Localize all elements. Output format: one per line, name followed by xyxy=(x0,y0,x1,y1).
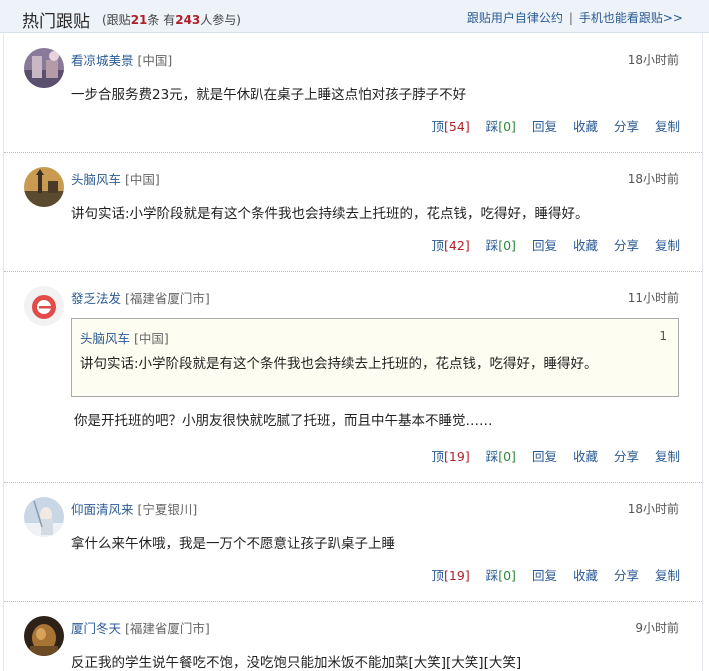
downvote-button[interactable]: 踩[0] xyxy=(486,568,516,583)
comment-stats: (跟贴21条 有243人参与) xyxy=(102,13,241,27)
comment-text: 一步合服务费23元，就是午休趴在桌子上睡这点怕对孩子脖子不好 xyxy=(71,87,467,103)
comment-time: 9小时前 xyxy=(635,621,679,635)
participant-count: 243 xyxy=(175,13,201,27)
comment-actions: 顶[54] 踩[0] 回复 收藏 分享 复制 xyxy=(416,116,680,135)
upvote-count: [19] xyxy=(444,449,470,464)
quote-username[interactable]: 头脑风车 xyxy=(80,331,130,346)
avatar[interactable] xyxy=(24,616,64,656)
comment-item: 仰面清风来 [宁夏银川] 18小时前 拿什么来午休哦，我是一万个不愿意让孩子趴桌子… xyxy=(4,483,702,602)
mobile-link[interactable]: 手机也能看跟贴>> xyxy=(579,11,683,25)
comment-meta: 厦门冬天 [福建省厦门市] xyxy=(71,618,210,637)
upvote-button[interactable]: 顶[54] xyxy=(432,119,470,134)
comment-meta: 看凉城美景 [中国] xyxy=(71,50,172,69)
comment-text: 讲句实话:小学阶段就是有这个条件我也会持续去上托班的，花点钱，吃得好，睡得好。 xyxy=(71,206,589,222)
copy-button[interactable]: 复制 xyxy=(655,449,680,464)
user-location: [中国] xyxy=(125,172,160,187)
downvote-button[interactable]: 踩[0] xyxy=(486,449,516,464)
collect-button[interactable]: 收藏 xyxy=(573,119,598,134)
avatar[interactable] xyxy=(24,48,64,88)
downvote-count: [0] xyxy=(498,119,516,134)
comment-time: 18小时前 xyxy=(627,53,679,67)
avatar[interactable] xyxy=(24,497,64,537)
share-button[interactable]: 分享 xyxy=(614,449,639,464)
upvote-button[interactable]: 顶[19] xyxy=(432,449,470,464)
share-button[interactable]: 分享 xyxy=(614,568,639,583)
comment-time: 18小时前 xyxy=(627,502,679,516)
username[interactable]: 仰面清风来 xyxy=(71,502,134,517)
comment-text: 拿什么来午休哦，我是一万个不愿意让孩子趴桌子上睡 xyxy=(71,536,395,552)
collect-button[interactable]: 收藏 xyxy=(573,568,598,583)
user-location: [福建省厦门市] xyxy=(125,621,210,636)
comment-meta: 發乏法发 [福建省厦门市] xyxy=(71,288,210,307)
quote-meta: 头脑风车 [中国] xyxy=(80,328,169,347)
username[interactable]: 头脑风车 xyxy=(71,172,121,187)
reply-button[interactable]: 回复 xyxy=(532,449,557,464)
upvote-count: [54] xyxy=(444,119,470,134)
reply-button[interactable]: 回复 xyxy=(532,568,557,583)
user-location: [福建省厦门市] xyxy=(125,291,210,306)
link-separator: | xyxy=(568,11,573,25)
comment-time: 11小时前 xyxy=(627,291,679,305)
comment-item: 头脑风车 [中国] 18小时前 讲句实话:小学阶段就是有这个条件我也会持续去上托班… xyxy=(4,153,702,272)
upvote-button[interactable]: 顶[42] xyxy=(432,238,470,253)
share-button[interactable]: 分享 xyxy=(614,119,639,134)
post-count: 21 xyxy=(130,13,148,27)
upvote-count: [19] xyxy=(444,568,470,583)
quote-location: [中国] xyxy=(134,331,169,346)
username[interactable]: 發乏法发 xyxy=(71,291,121,306)
share-button[interactable]: 分享 xyxy=(614,238,639,253)
comment-text: 你是开托班的吧？小朋友很快就吃腻了托班，而且中午基本不睡觉…… xyxy=(74,413,493,429)
downvote-button[interactable]: 踩[0] xyxy=(486,119,516,134)
copy-button[interactable]: 复制 xyxy=(655,119,680,134)
username[interactable]: 看凉城美景 xyxy=(71,53,134,68)
downvote-button[interactable]: 踩[0] xyxy=(486,238,516,253)
user-convention-link[interactable]: 跟贴用户自律公约 xyxy=(467,11,563,25)
comment-item: 看凉城美景 [中国] 18小时前 一步合服务费23元，就是午休趴在桌子上睡这点怕对… xyxy=(4,34,702,153)
comment-list: 看凉城美景 [中国] 18小时前 一步合服务费23元，就是午休趴在桌子上睡这点怕对… xyxy=(3,34,703,671)
comment-actions: 顶[19] 踩[0] 回复 收藏 分享 复制 xyxy=(416,446,680,465)
hot-comments-header: 热门跟贴 (跟贴21条 有243人参与) 跟贴用户自律公约 | 手机也能看跟贴>> xyxy=(0,0,709,33)
copy-button[interactable]: 复制 xyxy=(655,238,680,253)
quote-text: 讲句实话:小学阶段就是有这个条件我也会持续去上托班的，花点钱，吃得好，睡得好。 xyxy=(80,356,598,372)
reply-button[interactable]: 回复 xyxy=(532,119,557,134)
collect-button[interactable]: 收藏 xyxy=(573,238,598,253)
section-title: 热门跟贴 xyxy=(22,12,90,32)
collect-button[interactable]: 收藏 xyxy=(573,449,598,464)
avatar[interactable] xyxy=(24,286,64,326)
comment-item: 厦门冬天 [福建省厦门市] 9小时前 反正我的学生说午餐吃不饱，没吃饱只能加米饭不… xyxy=(4,602,702,671)
upvote-button[interactable]: 顶[19] xyxy=(432,568,470,583)
downvote-count: [0] xyxy=(498,568,516,583)
comment-item: 發乏法发 [福建省厦门市] 11小时前 头脑风车 [中国] 1 讲句实话:小学阶段就… xyxy=(4,272,702,483)
quote-floor-number: 1 xyxy=(659,329,667,343)
downvote-count: [0] xyxy=(498,449,516,464)
user-location: [宁夏银川] xyxy=(137,502,198,517)
downvote-count: [0] xyxy=(498,238,516,253)
comment-actions: 顶[19] 踩[0] 回复 收藏 分享 复制 xyxy=(416,565,680,584)
user-location: [中国] xyxy=(137,53,173,68)
comment-time: 18小时前 xyxy=(627,172,679,186)
upvote-count: [42] xyxy=(444,238,470,253)
comment-meta: 头脑风车 [中国] xyxy=(71,169,160,188)
comment-actions: 顶[42] 踩[0] 回复 收藏 分享 复制 xyxy=(416,235,680,254)
comment-text: 反正我的学生说午餐吃不饱，没吃饱只能加米饭不能加菜[大笑][大笑][大笑] xyxy=(71,655,522,671)
header-links: 跟贴用户自律公约 | 手机也能看跟贴>> xyxy=(467,9,683,26)
username[interactable]: 厦门冬天 xyxy=(71,621,121,636)
reply-button[interactable]: 回复 xyxy=(532,238,557,253)
quoted-comment: 头脑风车 [中国] 1 讲句实话:小学阶段就是有这个条件我也会持续去上托班的，花点… xyxy=(71,318,679,397)
avatar[interactable] xyxy=(24,167,64,207)
copy-button[interactable]: 复制 xyxy=(655,568,680,583)
comment-meta: 仰面清风来 [宁夏银川] xyxy=(71,499,197,518)
